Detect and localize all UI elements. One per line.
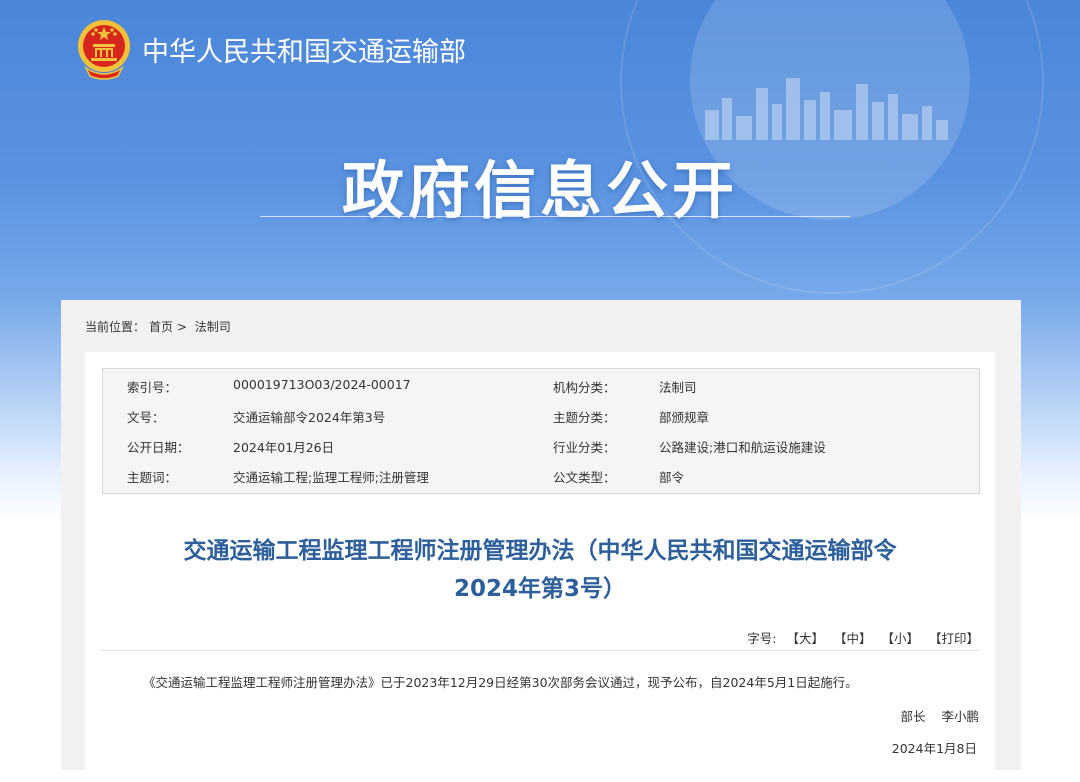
metadata-table: 索引号： 000019713O03/2024-00017 机构分类： 法制司 文… [102, 368, 980, 494]
main-panel: 当前位置： 首页 > 法制司 索引号： 000019713O03/2024-000… [61, 300, 1021, 782]
meta-key: 机构分类： [553, 380, 616, 395]
meta-key: 索引号： [127, 380, 178, 395]
breadcrumb-separator: > [176, 320, 187, 334]
signature: 部长 李小鹏 [888, 706, 979, 725]
meta-value: 2024年01月26日 [233, 440, 335, 455]
document-date: 2024年1月8日 [891, 741, 977, 756]
font-medium-button[interactable]: 【中】 [834, 631, 872, 646]
document-title-line: 交通运输工程监理工程师注册管理办法（中华人民共和国交通运输部令 [183, 538, 897, 564]
metadata-row: 文号： 交通运输部令2024年第3号 主题分类： 部颁规章 [103, 399, 979, 429]
meta-key: 文号： [127, 410, 165, 425]
metadata-row: 主题词： 交通运输工程;监理工程师;注册管理 公文类型： 部令 [103, 459, 979, 489]
document-title: 交通运输工程监理工程师注册管理办法（中华人民共和国交通运输部令 2024年第3号… [85, 532, 995, 608]
meta-value: 部令 [659, 470, 685, 485]
font-small-button[interactable]: 【小】 [881, 631, 919, 646]
meta-key: 公文类型： [553, 470, 616, 485]
font-size-controls: 字号: 【大】 【中】 【小】 【打印】 [747, 628, 979, 647]
content-divider [101, 650, 979, 651]
banner-divider [260, 216, 850, 217]
meta-value: 公路建设;港口和航运设施建设 [659, 440, 826, 455]
font-size-label: 字号: [747, 631, 777, 646]
meta-key: 主题词： [127, 470, 178, 485]
metadata-row: 公开日期： 2024年01月26日 行业分类： 公路建设;港口和航运设施建设 [103, 429, 979, 459]
site-title[interactable]: 中华人民共和国交通运输部 [142, 30, 466, 69]
meta-key: 公开日期： [127, 440, 190, 455]
document-title-line: 2024年第3号） [453, 576, 627, 602]
meta-key: 主题分类： [553, 410, 616, 425]
meta-value: 交通运输部令2024年第3号 [233, 410, 386, 425]
signer-title: 部长 [900, 709, 926, 724]
meta-value: 法制司 [659, 380, 697, 395]
meta-key: 行业分类： [553, 440, 616, 455]
print-button[interactable]: 【打印】 [929, 631, 979, 646]
meta-value: 000019713O03/2024-00017 [233, 377, 411, 392]
city-skyline-graphic [705, 78, 948, 140]
breadcrumb: 当前位置： 首页 > 法制司 [85, 318, 231, 335]
breadcrumb-label: 当前位置： [85, 320, 146, 334]
breadcrumb-home-link[interactable]: 首页 [149, 320, 173, 334]
national-emblem-icon [78, 20, 130, 80]
document-body: 《交通运输工程监理工程师注册管理办法》已于2023年12月29日经第30次部务会… [143, 675, 858, 690]
meta-value: 交通运输工程;监理工程师;注册管理 [233, 470, 429, 485]
font-large-button[interactable]: 【大】 [786, 631, 824, 646]
meta-value: 部颁规章 [659, 410, 710, 425]
metadata-row: 索引号： 000019713O03/2024-00017 机构分类： 法制司 [103, 369, 979, 399]
breadcrumb-current-link[interactable]: 法制司 [195, 320, 231, 334]
article-content: 索引号： 000019713O03/2024-00017 机构分类： 法制司 文… [85, 352, 995, 782]
signer-name: 李小鹏 [941, 709, 979, 724]
